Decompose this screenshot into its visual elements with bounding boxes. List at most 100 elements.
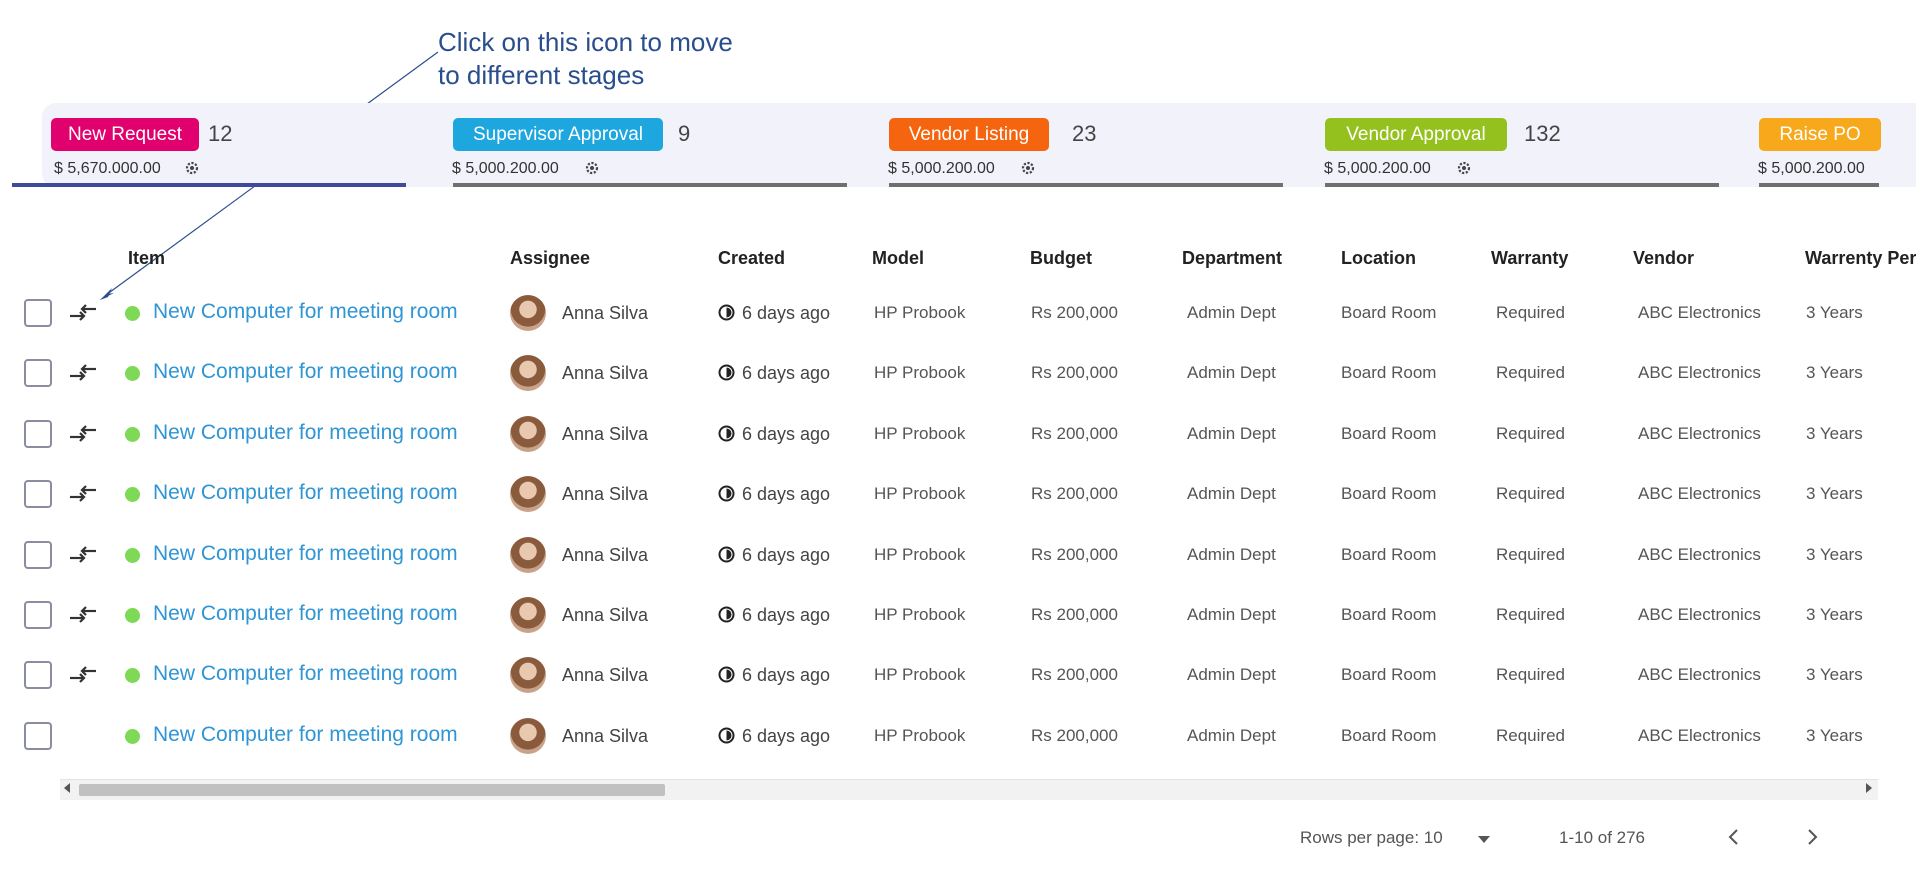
cell-period: 3 Years bbox=[1806, 303, 1863, 322]
move-stage-icon[interactable] bbox=[68, 361, 100, 385]
item-link[interactable]: New Computer for meeting room bbox=[153, 481, 458, 505]
row-checkbox[interactable] bbox=[24, 299, 52, 327]
avatar bbox=[510, 597, 546, 633]
chevron-right-icon[interactable] bbox=[1797, 822, 1827, 852]
move-stage-icon[interactable] bbox=[68, 482, 100, 506]
scroll-right-arrow-icon[interactable] bbox=[1866, 783, 1872, 793]
gear-icon[interactable] bbox=[1456, 160, 1472, 176]
cell-model: HP Probook bbox=[874, 605, 966, 624]
created-time: 6 days ago bbox=[742, 605, 831, 625]
column-header-6[interactable]: Location bbox=[1341, 248, 1416, 269]
status-dot bbox=[125, 547, 140, 563]
avatar bbox=[510, 536, 546, 573]
cell-vendor: ABC Electronics bbox=[1638, 665, 1761, 685]
column-header-9[interactable]: Warrenty Peri bbox=[1805, 248, 1916, 269]
move-stage-icon[interactable] bbox=[68, 543, 100, 567]
scroll-thumb[interactable] bbox=[79, 784, 665, 796]
cell-model: HP Probook bbox=[874, 423, 966, 443]
column-header-2[interactable]: Created bbox=[718, 248, 785, 269]
item-link[interactable]: New Computer for meeting room bbox=[153, 662, 458, 686]
clock-icon bbox=[718, 606, 735, 623]
clock-icon bbox=[718, 546, 735, 563]
horizontal-scrollbar[interactable] bbox=[60, 779, 1878, 800]
chevron-down-icon[interactable] bbox=[1478, 836, 1490, 843]
table-row[interactable]: New Computer for meeting room Anna Silva 6… bbox=[0, 645, 1916, 705]
created-time: 6 days ago bbox=[742, 363, 831, 384]
row-checkbox[interactable] bbox=[24, 359, 52, 388]
clock-icon bbox=[718, 485, 735, 502]
gear-icon[interactable] bbox=[1020, 160, 1036, 176]
column-header-1[interactable]: Assignee bbox=[510, 248, 590, 269]
move-stage-icon[interactable] bbox=[68, 663, 100, 687]
stage-underline bbox=[12, 183, 406, 187]
row-checkbox[interactable] bbox=[24, 661, 52, 690]
cell-period: 3 Years bbox=[1806, 605, 1863, 624]
move-stage-icon[interactable] bbox=[68, 301, 100, 325]
column-header-3[interactable]: Model bbox=[872, 248, 924, 269]
column-header-8[interactable]: Vendor bbox=[1633, 248, 1694, 269]
item-link[interactable]: New Computer for meeting room bbox=[153, 602, 458, 626]
table-row[interactable]: New Computer for meeting room Anna Silva 6… bbox=[0, 404, 1916, 464]
item-link[interactable]: New Computer for meeting room bbox=[153, 421, 458, 445]
row-checkbox[interactable] bbox=[24, 601, 52, 629]
stage-tab-4[interactable]: Raise PO $ 5,000.200.00 bbox=[1712, 103, 1881, 187]
table-row[interactable]: New Computer for meeting room Anna Silva 6… bbox=[0, 525, 1916, 585]
assignee-name: Anna Silva bbox=[562, 725, 649, 746]
column-header-5[interactable]: Department bbox=[1182, 248, 1282, 269]
table-row[interactable]: New Computer for meeting room Anna Silva 6… bbox=[0, 464, 1916, 524]
chevron-left-icon[interactable] bbox=[1719, 822, 1749, 852]
cell-model: HP Probook bbox=[874, 665, 966, 685]
cell-model: HP Probook bbox=[874, 484, 966, 504]
cell-warranty: Required bbox=[1496, 423, 1565, 443]
stage-badge[interactable]: Supervisor Approval bbox=[453, 118, 663, 151]
gear-icon[interactable] bbox=[184, 160, 200, 176]
stage-tab-3[interactable]: Vendor Approval 132 $ 5,000.200.00 bbox=[1278, 103, 1719, 187]
stage-badge[interactable]: Raise PO bbox=[1759, 118, 1881, 151]
cell-warranty: Required bbox=[1496, 484, 1565, 504]
row-checkbox[interactable] bbox=[24, 540, 52, 569]
row-checkbox[interactable] bbox=[24, 419, 52, 448]
clock-icon bbox=[718, 425, 735, 442]
cell-model: HP Probook bbox=[874, 544, 966, 564]
stage-count: 132 bbox=[1524, 121, 1561, 146]
stage-underline bbox=[1325, 183, 1719, 187]
stage-badge[interactable]: New Request bbox=[51, 118, 199, 151]
clock-icon bbox=[718, 304, 735, 321]
item-link[interactable]: New Computer for meeting room bbox=[153, 542, 458, 566]
column-header-7[interactable]: Warranty bbox=[1491, 248, 1568, 269]
column-header-0[interactable]: Item bbox=[128, 248, 165, 269]
table-row[interactable]: New Computer for meeting room Anna Silva 6… bbox=[0, 343, 1916, 403]
row-checkbox[interactable] bbox=[24, 480, 52, 509]
stage-tab-2[interactable]: Vendor Listing 23 $ 5,000.200.00 bbox=[842, 103, 1283, 187]
table-row[interactable]: New Computer for meeting room Anna Silva 6… bbox=[0, 706, 1916, 766]
stage-tab-1[interactable]: Supervisor Approval 9 $ 5,000.200.00 bbox=[406, 103, 847, 187]
move-stage-icon[interactable] bbox=[68, 422, 100, 446]
column-header-4[interactable]: Budget bbox=[1030, 248, 1092, 269]
item-link[interactable]: New Computer for meeting room bbox=[153, 300, 458, 324]
cell-period: 3 Years bbox=[1806, 363, 1863, 383]
stage-badge[interactable]: Vendor Approval bbox=[1325, 118, 1507, 151]
item-link[interactable]: New Computer for meeting room bbox=[153, 723, 458, 747]
item-link[interactable]: New Computer for meeting room bbox=[153, 360, 458, 384]
cell-department: Admin Dept bbox=[1187, 544, 1276, 564]
stage-badge[interactable]: Vendor Listing bbox=[889, 118, 1049, 151]
rows-per-page-select[interactable]: Rows per page: 10 bbox=[1300, 828, 1443, 848]
stage-amount: $ 5,000.200.00 bbox=[888, 160, 995, 177]
stage-tab-0[interactable]: New Request 12 $ 5,670.000.00 bbox=[6, 103, 406, 187]
table-row[interactable]: New Computer for meeting room Anna Silva 6… bbox=[0, 283, 1916, 343]
avatar bbox=[510, 415, 546, 452]
table-row[interactable]: New Computer for meeting room Anna Silva 6… bbox=[0, 585, 1916, 645]
gear-icon[interactable] bbox=[584, 160, 600, 176]
scroll-left-arrow-icon[interactable] bbox=[64, 783, 70, 793]
avatar bbox=[510, 476, 546, 513]
cell-budget: Rs 200,000 bbox=[1031, 423, 1118, 443]
cell-budget: Rs 200,000 bbox=[1031, 484, 1118, 504]
cell-model: HP Probook bbox=[874, 363, 966, 383]
move-stage-icon[interactable] bbox=[68, 603, 100, 627]
cell-vendor: ABC Electronics bbox=[1638, 605, 1761, 624]
row-checkbox[interactable] bbox=[24, 721, 52, 750]
assignee-name: Anna Silva bbox=[562, 303, 649, 323]
cell-department: Admin Dept bbox=[1187, 665, 1276, 685]
stage-count: 23 bbox=[1072, 121, 1097, 146]
cell-budget: Rs 200,000 bbox=[1031, 665, 1118, 685]
